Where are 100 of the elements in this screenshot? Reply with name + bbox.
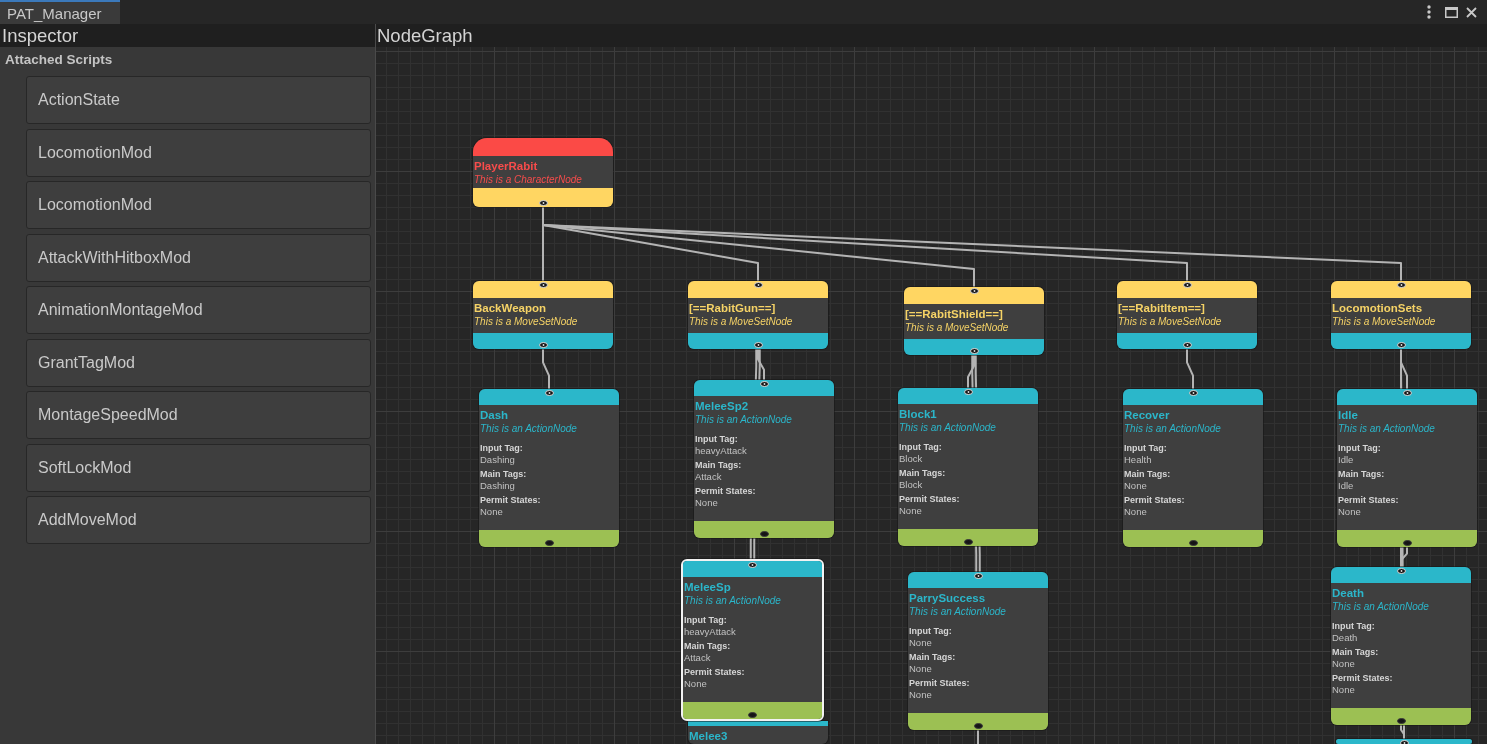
field-label: Input Tag: [899, 441, 942, 453]
graph-node[interactable]: Death This is an ActionNode Input Tag: Death Main Tags: None Permit States: None [1331, 567, 1471, 725]
field-label: Permit States: [1338, 494, 1399, 506]
field-label: Main Tags: [899, 467, 946, 479]
node-subtitle: This is a MoveSetNode [905, 321, 1010, 334]
node-title: [==RabitGun==] [689, 302, 777, 315]
field-value: None [899, 505, 922, 517]
field-value: Dashing [480, 480, 515, 492]
node-subtitle: This is an ActionNode [695, 413, 793, 426]
port-icon[interactable] [963, 539, 973, 545]
graph-node[interactable]: MeleeSp2 This is an ActionNode Input Tag: heavyAttack Main Tags: Attack Permit States: None [694, 380, 834, 538]
field-value: None [909, 637, 932, 649]
field-label: Permit States: [909, 677, 970, 689]
connector-line [542, 348, 550, 390]
node-title: MeleeSp [684, 581, 732, 594]
panel-title: NodeGraph [376, 24, 1487, 47]
field-label: Permit States: [1332, 672, 1393, 684]
field-value: Idle [1338, 454, 1354, 466]
port-icon[interactable] [544, 540, 554, 546]
script-button[interactable]: MontageSpeedMod [26, 391, 371, 439]
field-value: None [909, 689, 932, 701]
field-label: Input Tag: [1338, 442, 1381, 454]
field-label: Main Tags: [695, 459, 742, 471]
field-label: Main Tags: [684, 640, 731, 652]
field-value: heavyAttack [684, 626, 736, 638]
graph-node[interactable]: Melee3 [688, 721, 828, 744]
script-button[interactable]: AddMoveMod [26, 496, 371, 544]
close-icon[interactable] [1466, 6, 1477, 18]
node-subtitle: This is an ActionNode [1124, 422, 1222, 435]
node-title: Recover [1124, 409, 1171, 422]
window-tab[interactable]: PAT_Manager [0, 0, 120, 24]
field-value: Block [899, 479, 923, 491]
node-subtitle: This is a MoveSetNode [1118, 315, 1223, 328]
script-button[interactable]: GrantTagMod [26, 338, 371, 387]
graph-node[interactable]: MeleeSp This is an ActionNode Input Tag: heavyAttack Main Tags: Attack Permit States: None [681, 559, 824, 721]
field-value: Dashing [480, 454, 515, 466]
field-value: None [1338, 506, 1361, 518]
maximize-icon[interactable] [1445, 6, 1458, 18]
graph-node[interactable]: Block1 This is an ActionNode Input Tag: Block Main Tags: Block Permit States: None [898, 388, 1038, 546]
node-title: PlayerRabit [474, 160, 539, 173]
script-button[interactable]: AttackWithHitboxMod [26, 233, 371, 282]
node-title: LocomotionSets [1332, 302, 1424, 315]
node-subtitle: This is an ActionNode [684, 594, 782, 607]
field-value: None [1124, 480, 1147, 492]
node-title: BackWeapon [474, 302, 547, 315]
script-button[interactable]: LocomotionMod [26, 181, 371, 229]
script-button[interactable]: SoftLockMod [26, 443, 371, 492]
connector-line [1186, 348, 1194, 390]
node-title: MeleeSp2 [695, 400, 750, 413]
graph-node[interactable]: Recover This is an ActionNode Input Tag: Health Main Tags: None Permit States: None [1123, 389, 1263, 547]
port-icon[interactable] [1402, 540, 1412, 546]
node-title: ParrySuccess [909, 592, 987, 605]
node-title: Death [1332, 587, 1365, 600]
node-subtitle: This is a MoveSetNode [1332, 315, 1437, 328]
field-label: Main Tags: [1332, 646, 1379, 658]
connector-line [977, 729, 979, 744]
field-value: Attack [684, 652, 711, 664]
field-label: Main Tags: [909, 651, 956, 663]
graph-node[interactable]: Idle This is an ActionNode Input Tag: Idle Main Tags: Idle Permit States: None [1337, 389, 1477, 547]
node-title: Dash [480, 409, 510, 422]
script-button[interactable]: LocomotionMod [26, 128, 371, 177]
field-value: Attack [695, 471, 722, 483]
script-button[interactable]: ActionState [26, 76, 371, 124]
field-value: heavyAttack [695, 445, 747, 457]
graph-node[interactable] [1336, 739, 1472, 744]
field-label: Permit States: [695, 485, 756, 497]
field-value: Health [1124, 454, 1152, 466]
field-label: Permit States: [480, 494, 541, 506]
field-label: Permit States: [1124, 494, 1185, 506]
field-label: Main Tags: [1338, 468, 1385, 480]
graph-node[interactable]: ParrySuccess This is an ActionNode Input Tag: None Main Tags: None Permit States: None [908, 572, 1048, 730]
menu-icon[interactable] [1427, 5, 1431, 19]
node-subtitle: This is a CharacterNode [474, 173, 583, 186]
graph-node[interactable]: Dash This is an ActionNode Input Tag: Dashing Main Tags: Dashing Permit States: None [479, 389, 619, 547]
node-subtitle: This is a MoveSetNode [474, 315, 579, 328]
field-label: Main Tags: [480, 468, 527, 480]
field-value: Block [899, 453, 923, 465]
port-icon[interactable] [1188, 540, 1198, 546]
field-value: None [1124, 506, 1147, 518]
field-label: Input Tag: [1332, 620, 1375, 632]
node-title: Idle [1338, 409, 1359, 422]
port-icon[interactable] [748, 712, 757, 718]
field-value: None [480, 506, 503, 518]
node-title: [==RabitShield==] [905, 308, 1004, 321]
field-label: Input Tag: [684, 614, 727, 626]
field-label: Input Tag: [909, 625, 952, 637]
field-value: None [909, 663, 932, 675]
node-title: Block1 [899, 408, 938, 421]
field-value: None [695, 497, 718, 509]
node-subtitle: This is an ActionNode [909, 605, 1007, 618]
field-label: Input Tag: [695, 433, 738, 445]
port-icon[interactable] [973, 723, 983, 729]
field-value: None [1332, 658, 1355, 670]
port-icon[interactable] [759, 531, 769, 537]
field-value: Idle [1338, 480, 1354, 492]
field-value: Death [1332, 632, 1358, 644]
field-label: Permit States: [684, 666, 745, 678]
script-button[interactable]: AnimationMontageMod [26, 286, 371, 334]
port-icon[interactable] [1396, 718, 1406, 724]
node-subtitle: This is an ActionNode [1332, 600, 1430, 613]
